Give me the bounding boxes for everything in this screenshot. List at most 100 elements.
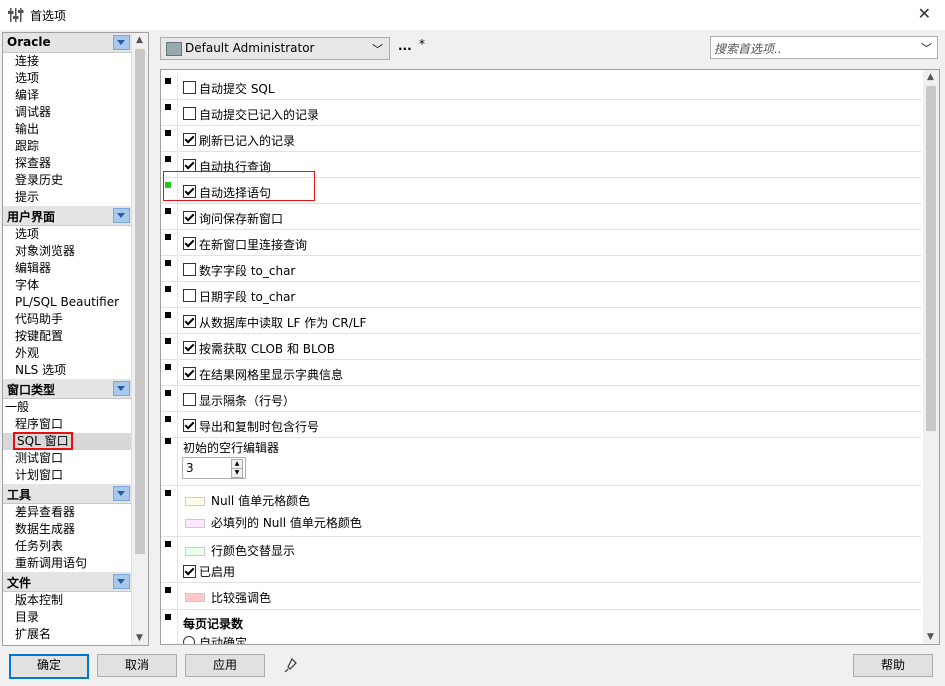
option-checkbox[interactable] — [183, 315, 196, 328]
pin-icon[interactable] — [284, 657, 300, 673]
profile-dropdown[interactable]: Default Administrator ﹀ — [160, 37, 390, 60]
nav-item-label: 测试窗口 — [15, 451, 64, 465]
nav-scrollbar[interactable]: ▲ ▼ — [131, 33, 148, 645]
collapse-arrow-icon[interactable] — [113, 486, 130, 501]
auto-adjust-radio[interactable] — [183, 636, 195, 644]
nav-item[interactable]: PL/SQL Beautifier — [3, 294, 148, 311]
scroll-down-arrow-icon[interactable]: ▼ — [927, 632, 934, 642]
nav-item[interactable]: 任务列表 — [3, 538, 148, 555]
option-checkbox[interactable] — [183, 367, 196, 380]
alt-row-color-swatch[interactable] — [185, 547, 205, 556]
nav-item-label: 提示 — [15, 190, 40, 204]
nav-item[interactable]: 差异查看器 — [3, 504, 148, 521]
window-title: 首选项 — [30, 9, 67, 23]
nav-item[interactable]: 选项 — [3, 226, 148, 243]
close-icon[interactable]: ✕ — [918, 4, 931, 23]
nav-item[interactable]: SQL 窗口 — [3, 432, 148, 450]
nav-item[interactable]: 登录历史 — [3, 172, 148, 189]
spin-down-icon[interactable]: ▼ — [231, 468, 243, 478]
option-row: 自动提交 SQL — [161, 74, 921, 100]
enabled-checkbox[interactable] — [183, 565, 196, 578]
options-scrollbar[interactable]: ▲ ▼ — [923, 70, 939, 644]
option-checkbox[interactable] — [183, 107, 196, 120]
option-row: 比较强调色 — [161, 583, 921, 610]
option-checkbox[interactable] — [183, 341, 196, 354]
nav-item[interactable]: 程序窗口 — [3, 416, 148, 433]
chevron-down-icon[interactable]: ﹀ — [921, 40, 932, 56]
option-checkbox[interactable] — [183, 133, 196, 146]
nav-item[interactable]: 编译 — [3, 87, 148, 104]
row-gutter — [177, 126, 178, 151]
nav-category[interactable]: 窗口类型 — [3, 379, 148, 399]
nav-item[interactable]: 计划窗口 — [3, 467, 148, 484]
nav-item[interactable]: 外观 — [3, 345, 148, 362]
nav-item[interactable]: 提示 — [3, 189, 148, 206]
nav-item[interactable]: 版本控制 — [3, 592, 148, 609]
nav-item[interactable]: 目录 — [3, 609, 148, 626]
nav-item-label: 重新调用语句 — [15, 556, 88, 570]
ok-button[interactable]: 确定 — [9, 654, 89, 679]
row-gutter — [177, 100, 178, 125]
collapse-arrow-icon[interactable] — [113, 574, 130, 589]
profile-more-button[interactable]: ... — [398, 39, 412, 53]
option-checkbox[interactable] — [183, 211, 196, 224]
cancel-button[interactable]: 取消 — [97, 654, 177, 677]
apply-button[interactable]: 应用 — [185, 654, 265, 677]
nav-item[interactable]: 字体 — [3, 277, 148, 294]
scroll-up-arrow-icon[interactable]: ▲ — [927, 72, 934, 82]
nav-item[interactable]: 一般 — [3, 399, 148, 416]
nav-category[interactable]: 工具 — [3, 484, 148, 504]
nav-item[interactable]: 调试器 — [3, 104, 148, 121]
option-checkbox[interactable] — [183, 289, 196, 302]
nav-item[interactable]: 代码助手 — [3, 311, 148, 328]
empty-rows-value[interactable]: 3 — [186, 461, 194, 475]
nav-item[interactable]: 选项 — [3, 70, 148, 87]
nav-category[interactable]: 文件 — [3, 572, 148, 592]
option-checkbox[interactable] — [183, 393, 196, 406]
help-button[interactable]: 帮助 — [853, 654, 933, 677]
nav-item[interactable]: 探查器 — [3, 155, 148, 172]
row-gutter — [177, 74, 178, 99]
nav-item[interactable]: 测试窗口 — [3, 450, 148, 467]
nav-item[interactable]: 编辑器 — [3, 260, 148, 277]
title-bar: 首选项 ✕ — [0, 0, 945, 30]
option-row: 日期字段 to_char — [161, 282, 921, 308]
required-null-color-swatch[interactable] — [185, 519, 205, 528]
nav-category[interactable]: 用户界面 — [3, 206, 148, 226]
nav-item[interactable]: 连接 — [3, 53, 148, 70]
auto-adjust-label: 自动确定 — [199, 636, 248, 645]
nav-item[interactable]: 扩展名 — [3, 626, 148, 643]
nav-scroll-thumb[interactable] — [135, 49, 145, 554]
options-scroll-thumb[interactable] — [926, 86, 936, 431]
empty-rows-spinner[interactable]: 3 ▲ ▼ — [182, 457, 246, 479]
option-label: 按需获取 CLOB 和 BLOB — [199, 342, 335, 356]
nav-item[interactable]: 按键配置 — [3, 328, 148, 345]
collapse-arrow-icon[interactable] — [113, 208, 130, 223]
null-color-swatch[interactable] — [185, 497, 205, 506]
scroll-down-arrow-icon[interactable]: ▼ — [136, 633, 143, 643]
row-gutter — [177, 308, 178, 333]
nav-item[interactable]: 输出 — [3, 121, 148, 138]
collapse-arrow-icon[interactable] — [113, 381, 130, 396]
row-marker — [165, 208, 171, 214]
nav-item[interactable]: NLS 选项 — [3, 362, 148, 379]
row-marker — [165, 312, 171, 318]
option-checkbox[interactable] — [183, 263, 196, 276]
option-checkbox[interactable] — [183, 419, 196, 432]
nav-category-label: 文件 — [7, 576, 32, 590]
row-gutter — [177, 610, 178, 644]
nav-item[interactable]: 数据生成器 — [3, 521, 148, 538]
profile-name: Default Administrator — [185, 41, 315, 55]
search-preferences-input[interactable]: 搜索首选项.. ﹀ — [710, 36, 938, 59]
option-checkbox[interactable] — [183, 81, 196, 94]
nav-item[interactable]: 跟踪 — [3, 138, 148, 155]
nav-item[interactable]: 重新调用语句 — [3, 555, 148, 572]
contrast-color-swatch[interactable] — [185, 593, 205, 602]
collapse-arrow-icon[interactable] — [113, 35, 130, 50]
option-checkbox[interactable] — [183, 237, 196, 250]
row-gutter — [177, 434, 178, 485]
nav-category[interactable]: Oracle — [3, 33, 148, 53]
nav-item[interactable]: 对象浏览器 — [3, 243, 148, 260]
scroll-up-arrow-icon[interactable]: ▲ — [136, 35, 143, 45]
option-label: 自动提交 SQL — [199, 82, 275, 96]
